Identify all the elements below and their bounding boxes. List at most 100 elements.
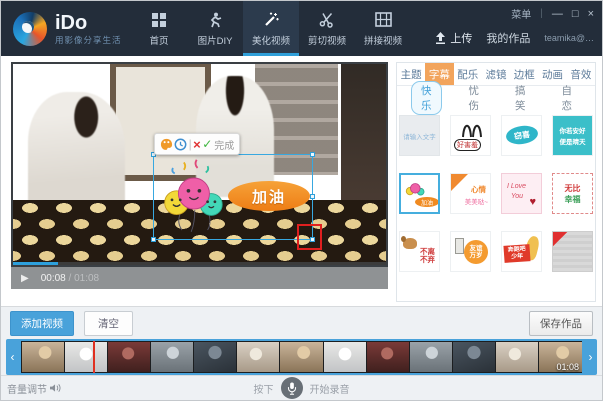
top-bar: iDo 用影像分享生活 首页图片DIY美化视频剪切视频拼接视频 菜单 | — □… [1, 1, 602, 56]
sticker-thumb[interactable] [552, 231, 593, 272]
timeline-thumbnail[interactable] [194, 342, 236, 372]
app-title: iDo [55, 12, 122, 34]
strip-end-time: 01:08 [556, 362, 579, 372]
sticker-thumb[interactable]: 好害羞 [450, 115, 491, 156]
sticker-thumb[interactable]: 不离不弃 [399, 231, 440, 272]
controls-divider: | [540, 8, 543, 19]
sticker-thumb[interactable]: 窃喜 [501, 115, 542, 156]
playhead-marker[interactable] [93, 341, 95, 373]
sticker-thumb[interactable]: 心情美美哒~ [450, 173, 491, 214]
sticker-label: I Love [507, 183, 526, 190]
play-button[interactable]: ▶ [21, 273, 29, 284]
filmstrip[interactable]: 01:08 [19, 339, 584, 375]
menu-button[interactable]: 菜单 [511, 6, 531, 21]
nav-item-美化视频[interactable]: 美化视频 [243, 1, 299, 56]
clear-button[interactable]: 清空 [84, 311, 133, 336]
resize-handle[interactable] [310, 194, 315, 199]
timeline-thumbnail[interactable] [453, 342, 495, 372]
sticker-thumb[interactable]: 你若安好便是晴天 [552, 115, 593, 156]
sticker-grid: 请输入文字好害羞窃喜你若安好便是晴天加油心情美美哒~I LoveYou♥无比幸福… [397, 110, 595, 272]
upload-button[interactable]: 上传 [435, 30, 472, 46]
check-icon: ✓ [202, 137, 212, 151]
sticker-label: 友谊 [470, 245, 483, 252]
record-button[interactable] [281, 377, 303, 399]
timeline-thumbnail[interactable] [65, 342, 107, 372]
timeline-thumbnail[interactable] [367, 342, 409, 372]
watermark-highlight-box[interactable] [297, 224, 322, 250]
timeline-thumbnail[interactable] [410, 342, 452, 372]
subtab-搞笑[interactable]: 搞笑 [506, 82, 535, 114]
timeline-thumbnail[interactable] [108, 342, 150, 372]
window-controls: 菜单 | — □ × [511, 6, 594, 21]
nav-item-label: 剪切视频 [308, 33, 346, 47]
timeline-thumbnail[interactable] [496, 342, 538, 372]
add-video-button[interactable]: 添加视频 [10, 311, 74, 336]
sticker-label: 好害羞 [454, 139, 481, 151]
timeline-thumbnail[interactable] [324, 342, 366, 372]
save-work-button[interactable]: 保存作品 [529, 311, 593, 336]
my-works-link[interactable]: 我的作品 [486, 30, 530, 46]
logo: iDo 用影像分享生活 [1, 1, 131, 56]
subtab-忧伤[interactable]: 忧伤 [460, 82, 489, 114]
volume-control[interactable]: 音量调节 [7, 381, 61, 396]
scissors-icon [319, 11, 335, 29]
sticker-selection-box[interactable]: 加油 [153, 154, 313, 240]
confirm-button[interactable]: ✓ 完成 [202, 137, 234, 152]
resize-handle[interactable] [310, 152, 315, 157]
cheer-sticker-pill: 加油 [228, 181, 310, 211]
dog-icon [403, 238, 417, 249]
bottom-panel: 添加视频 清空 保存作品 ‹ 01:08 › 音量调节 按下 [1, 306, 602, 400]
video-preview[interactable]: | × ✓ 完成 [11, 62, 388, 267]
nav-item-剪切视频[interactable]: 剪切视频 [299, 1, 355, 56]
video-progress-fill [13, 262, 58, 265]
clock-icon[interactable] [174, 138, 187, 151]
scroll-right-button[interactable]: › [584, 339, 597, 375]
magic-wand-icon [263, 11, 280, 29]
microphone-icon [287, 382, 297, 395]
sticker-thumb[interactable]: 奔跑吧少年 [501, 231, 542, 272]
main-area: | × ✓ 完成 [1, 56, 602, 306]
sticker-label: 无比 [565, 183, 581, 194]
scroll-left-button[interactable]: ‹ [6, 339, 19, 375]
nav-item-拼接视频[interactable]: 拼接视频 [355, 1, 411, 56]
upload-icon [435, 32, 446, 44]
close-button[interactable]: × [588, 8, 594, 20]
timeline-thumbnail[interactable] [22, 342, 64, 372]
timeline-thumbnail[interactable] [151, 342, 193, 372]
chevron-right-icon: › [589, 350, 593, 364]
main-nav: 首页图片DIY美化视频剪切视频拼接视频 [131, 1, 411, 56]
sticker-label: 请输入文字 [403, 131, 436, 141]
subtab-自恋[interactable]: 自恋 [553, 82, 582, 114]
player-column: | × ✓ 完成 [11, 62, 388, 306]
chevron-left-icon: ‹ [11, 350, 15, 364]
cancel-icon[interactable]: × [193, 138, 201, 151]
subtab-快乐[interactable]: 快乐 [411, 81, 442, 115]
speaker-icon [50, 383, 61, 393]
voice-bar: 音量调节 按下 开始录音 [1, 375, 602, 400]
account-area: 上传 我的作品 teamika@… [435, 30, 594, 46]
home-grid-icon [151, 11, 167, 29]
sticker-thumb[interactable]: 加油 [399, 173, 440, 214]
time-display: 00:08 / 01:08 [41, 273, 99, 284]
heart-icon: ♥ [529, 196, 536, 208]
username[interactable]: teamika@… [544, 33, 594, 43]
minimize-button[interactable]: — [552, 8, 563, 20]
sticker-label: 便是晴天 [560, 136, 586, 146]
sticker-toolbar: | × ✓ 完成 [154, 133, 240, 155]
sticker-label: 心情 [471, 184, 486, 195]
film-icon [375, 11, 392, 29]
sticker-thumb[interactable]: 请输入文字 [399, 115, 440, 156]
timeline-row: ‹ 01:08 › [1, 339, 602, 375]
sticker-label: 美美哒~ [465, 196, 488, 206]
sticker-thumb[interactable]: 无比幸福 [552, 173, 593, 214]
palette-icon[interactable] [160, 138, 173, 151]
nav-item-图片DIY[interactable]: 图片DIY [187, 1, 243, 56]
sticker-thumb[interactable]: 友谊万岁 [450, 231, 491, 272]
video-progress-bar[interactable] [13, 262, 386, 265]
maximize-button[interactable]: □ [572, 8, 579, 20]
timeline-thumbnail[interactable] [237, 342, 279, 372]
timeline-thumbnail[interactable] [280, 342, 322, 372]
effects-panel: 主题字幕配乐滤镜边框动画音效 快乐忧伤搞笑自恋 请输入文字好害羞窃喜你若安好便是… [396, 62, 596, 302]
sticker-thumb[interactable]: I LoveYou♥ [501, 173, 542, 214]
nav-item-首页[interactable]: 首页 [131, 1, 187, 56]
